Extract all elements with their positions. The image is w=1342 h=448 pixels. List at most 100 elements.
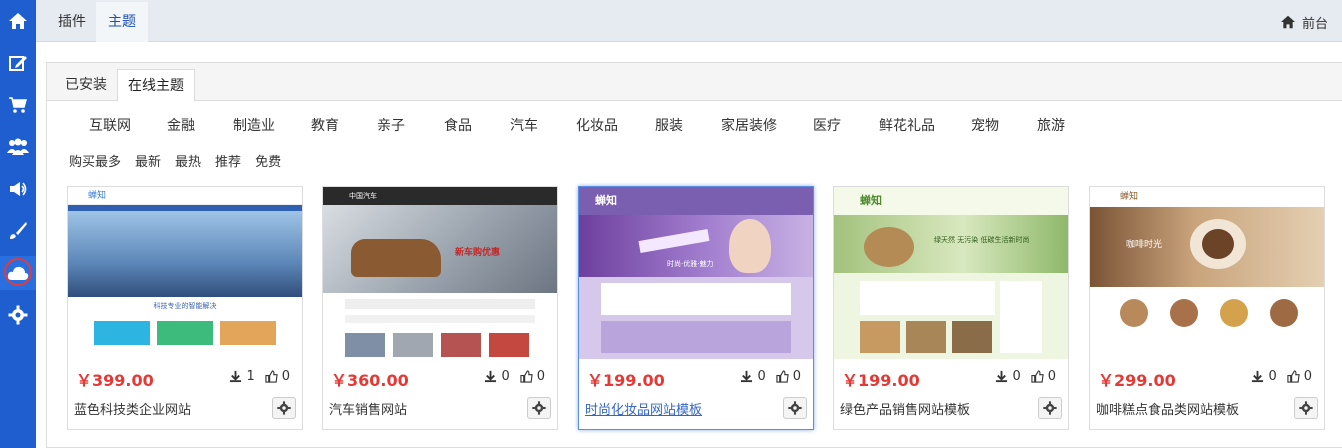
category-item[interactable]: 制造业 <box>233 115 275 135</box>
thumb-logo: 蝉知 <box>68 187 302 205</box>
category-item[interactable]: 教育 <box>311 115 339 135</box>
price: ￥399.00 <box>76 371 154 390</box>
thumb-logo: 中国汽车 <box>323 187 557 205</box>
category-item[interactable]: 旅游 <box>1037 115 1065 135</box>
gear-icon[interactable] <box>0 298 36 332</box>
download-icon <box>1252 370 1264 383</box>
theme-stats: 0 0 <box>740 369 801 384</box>
megaphone-icon[interactable] <box>0 172 36 206</box>
top-bar: 插件 主题 前台 <box>36 0 1342 42</box>
category-item[interactable]: 家居装修 <box>721 115 777 135</box>
download-icon <box>741 370 753 383</box>
thumb-banner: 绿天然 无污染 低碳生活新时尚 <box>934 236 1030 244</box>
thumb-banner: 新车购优惠 <box>455 248 501 258</box>
theme-name[interactable]: 咖啡糕点食品类网站模板 <box>1096 399 1239 418</box>
theme-stats: 0 0 <box>995 369 1056 384</box>
download-count: 0 <box>1012 369 1021 384</box>
theme-name[interactable]: 时尚化妆品网站模板 <box>585 399 702 418</box>
sort-item[interactable]: 推荐 <box>215 151 241 170</box>
thumbs-up-icon <box>265 370 278 383</box>
category-item[interactable]: 汽车 <box>510 115 538 135</box>
sidebar <box>0 0 36 448</box>
sub-tabs: 已安装 在线主题 <box>47 63 1342 102</box>
like-count: 0 <box>536 369 545 384</box>
thumb-banner: 时尚·优雅·魅力 <box>667 260 714 268</box>
tab-plugins[interactable]: 插件 <box>46 2 98 42</box>
download-count: 0 <box>1268 369 1277 384</box>
theme-card[interactable]: 蝉知 绿天然 无污染 低碳生活新时尚 ￥199.00 0 0 绿色产品销售网站模… <box>833 186 1069 430</box>
thumbs-up-icon <box>1031 370 1044 383</box>
sort-item[interactable]: 最热 <box>175 151 201 170</box>
thumb-banner: 科技专业的智能解决 <box>153 302 217 310</box>
theme-settings-button[interactable] <box>783 397 807 419</box>
theme-card[interactable]: 蝉知 时尚·优雅·魅力 ￥199.00 0 0 时尚化妆品网站模板 <box>578 186 814 430</box>
gear-icon <box>788 401 802 415</box>
theme-card[interactable]: 蝉知 咖啡时光 ￥299.00 0 0 咖啡糕点食品类网站模板 <box>1089 186 1325 430</box>
like-count: 0 <box>792 369 801 384</box>
theme-thumbnail[interactable]: 蝉知 科技专业的智能解决 <box>68 187 302 359</box>
front-link[interactable]: 前台 <box>1280 2 1328 42</box>
thumbs-up-icon <box>520 370 533 383</box>
theme-name[interactable]: 蓝色科技类企业网站 <box>74 399 191 418</box>
theme-name[interactable]: 绿色产品销售网站模板 <box>840 399 970 418</box>
gear-icon <box>532 401 546 415</box>
category-item[interactable]: 服装 <box>655 115 683 135</box>
sort-item[interactable]: 最新 <box>135 151 161 170</box>
tab-online-themes[interactable]: 在线主题 <box>117 69 195 102</box>
download-icon <box>230 370 242 383</box>
users-icon[interactable] <box>0 130 36 164</box>
category-item[interactable]: 金融 <box>167 115 195 135</box>
home-icon[interactable] <box>0 4 36 38</box>
edit-icon[interactable] <box>0 46 36 80</box>
theme-stats: 0 0 <box>484 369 545 384</box>
category-item[interactable]: 化妆品 <box>576 115 618 135</box>
price: ￥199.00 <box>587 371 665 390</box>
price: ￥299.00 <box>1098 371 1176 390</box>
category-item[interactable]: 鲜花礼品 <box>879 115 935 135</box>
tab-themes[interactable]: 主题 <box>96 2 148 42</box>
gear-icon <box>1043 401 1057 415</box>
tab-installed[interactable]: 已安装 <box>55 69 117 101</box>
cloud-icon[interactable] <box>0 256 36 290</box>
theme-thumbnail[interactable]: 蝉知 时尚·优雅·魅力 <box>579 187 813 359</box>
sort-options: 购买最多 最新 最热 推荐 免费 <box>69 151 281 170</box>
category-item[interactable]: 医疗 <box>813 115 841 135</box>
like-count: 0 <box>1303 369 1312 384</box>
theme-card[interactable]: 蝉知 科技专业的智能解决 ￥399.00 1 0 蓝色科技类企业网站 <box>67 186 303 430</box>
thumbs-up-icon <box>776 370 789 383</box>
thumb-logo: 蝉知 <box>834 187 1068 215</box>
thumbs-up-icon <box>1287 370 1300 383</box>
like-count: 0 <box>1047 369 1056 384</box>
theme-settings-button[interactable] <box>272 397 296 419</box>
theme-settings-button[interactable] <box>1038 397 1062 419</box>
themes-panel: 已安装 在线主题 互联网 金融 制造业 教育 亲子 食品 汽车 化妆品 服装 家… <box>46 62 1342 448</box>
theme-stats: 1 0 <box>229 369 290 384</box>
thumb-logo: 蝉知 <box>579 187 813 215</box>
download-icon <box>996 370 1008 383</box>
gear-icon <box>277 401 291 415</box>
download-icon <box>485 370 497 383</box>
highlight-ring <box>4 258 32 286</box>
sort-item[interactable]: 购买最多 <box>69 151 121 170</box>
like-count: 0 <box>281 369 290 384</box>
gear-icon <box>1299 401 1313 415</box>
theme-name[interactable]: 汽车销售网站 <box>329 399 407 418</box>
price: ￥199.00 <box>842 371 920 390</box>
front-label: 前台 <box>1301 16 1328 32</box>
price: ￥360.00 <box>331 371 409 390</box>
cart-icon[interactable] <box>0 88 36 122</box>
category-item[interactable]: 宠物 <box>971 115 999 135</box>
thumb-logo: 蝉知 <box>1090 187 1324 207</box>
theme-settings-button[interactable] <box>527 397 551 419</box>
theme-card[interactable]: 中国汽车 新车购优惠 ￥360.00 0 0 汽车销售网站 <box>322 186 558 430</box>
theme-thumbnail[interactable]: 蝉知 绿天然 无污染 低碳生活新时尚 <box>834 187 1068 359</box>
theme-thumbnail[interactable]: 中国汽车 新车购优惠 <box>323 187 557 359</box>
theme-thumbnail[interactable]: 蝉知 咖啡时光 <box>1090 187 1324 359</box>
category-item[interactable]: 亲子 <box>377 115 405 135</box>
theme-stats: 0 0 <box>1251 369 1312 384</box>
sort-item[interactable]: 免费 <box>255 151 281 170</box>
category-item[interactable]: 互联网 <box>89 115 131 135</box>
brush-icon[interactable] <box>0 214 36 248</box>
category-item[interactable]: 食品 <box>444 115 472 135</box>
theme-settings-button[interactable] <box>1294 397 1318 419</box>
